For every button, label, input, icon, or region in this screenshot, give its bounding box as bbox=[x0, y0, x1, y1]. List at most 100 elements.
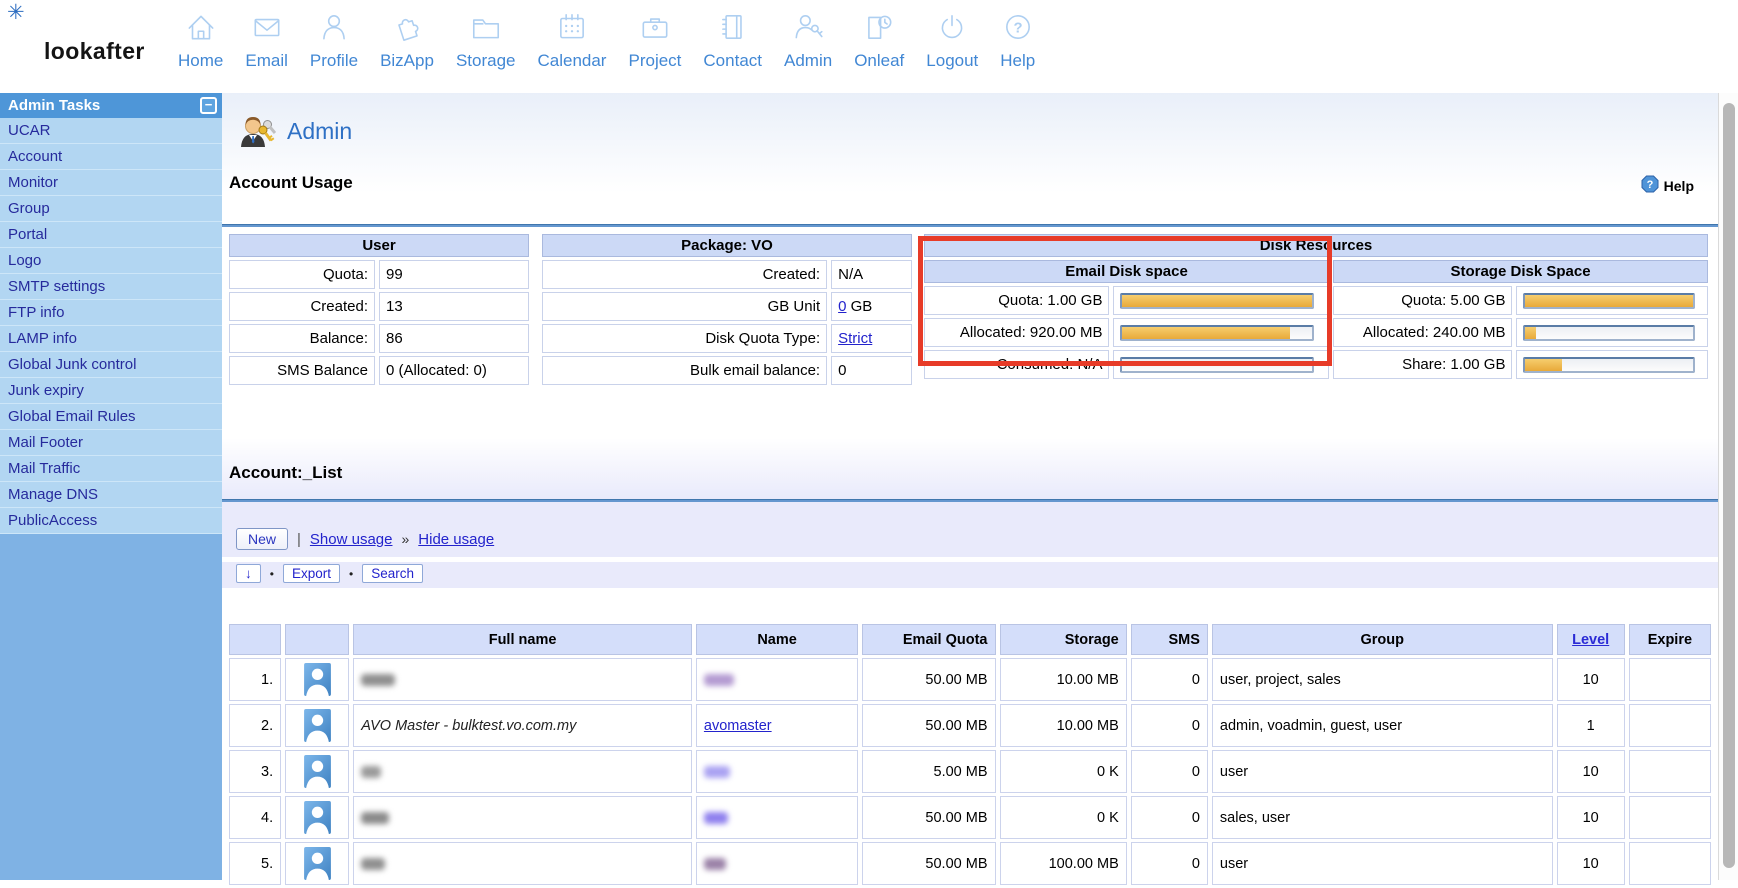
level-sort-link[interactable]: Level bbox=[1572, 632, 1609, 648]
nav-label: BizApp bbox=[380, 51, 434, 71]
disk-quota-type-link[interactable]: Strict bbox=[838, 330, 872, 347]
redacted-text bbox=[704, 674, 734, 686]
sidebar-title: Admin Tasks bbox=[8, 97, 100, 114]
usage-label: Created: bbox=[542, 260, 827, 289]
avatar bbox=[285, 658, 349, 701]
sidebar-item-ftp-info[interactable]: FTP info bbox=[0, 300, 222, 326]
table-row: Created:13 bbox=[229, 292, 529, 321]
account-list-gradient bbox=[222, 438, 1718, 499]
table-row: 3. 5.00 MB 0 K 0 user 10 bbox=[229, 750, 1711, 793]
sort-arrow-button[interactable]: ↓ bbox=[236, 564, 261, 583]
help-button[interactable]: ? Help bbox=[1641, 175, 1694, 196]
usage-label: Bulk email balance: bbox=[542, 356, 827, 385]
group-cell: user bbox=[1212, 842, 1553, 885]
nav-item-contact[interactable]: Contact bbox=[703, 10, 762, 71]
nav-item-storage[interactable]: Storage bbox=[456, 10, 516, 71]
account-list-actions-band: ↓ • Export • Search bbox=[222, 562, 1718, 588]
nav-item-project[interactable]: Project bbox=[628, 10, 681, 71]
new-button[interactable]: New bbox=[236, 528, 288, 550]
export-button[interactable]: Export bbox=[283, 564, 340, 583]
question-circle-icon: ? bbox=[1001, 10, 1035, 49]
show-usage-link[interactable]: Show usage bbox=[310, 531, 393, 548]
usage-label: Allocated: 240.00 MB bbox=[1333, 318, 1512, 347]
scrollbar-thumb[interactable] bbox=[1723, 103, 1735, 868]
name-cell[interactable] bbox=[696, 796, 858, 839]
home-icon bbox=[184, 10, 218, 49]
sidebar-item-manage-dns[interactable]: Manage DNS bbox=[0, 482, 222, 508]
nav-item-onleaf[interactable]: Onleaf bbox=[854, 10, 904, 71]
redacted-text bbox=[361, 674, 395, 686]
nav-label: Email bbox=[245, 51, 288, 71]
col-avatar bbox=[285, 624, 349, 655]
main-nav: Home Email Profile BizApp Storage Calend… bbox=[178, 10, 1035, 71]
full-name-cell: AVO Master - bulktest.vo.com.my bbox=[353, 704, 692, 747]
col-number bbox=[229, 624, 281, 655]
sidebar-item-portal[interactable]: Portal bbox=[0, 222, 222, 248]
account-name-link[interactable]: avomaster bbox=[704, 718, 772, 734]
chevron-separator: » bbox=[401, 531, 409, 547]
nav-label: Help bbox=[1000, 51, 1035, 71]
collapse-icon[interactable]: − bbox=[200, 97, 217, 114]
name-cell: avomaster bbox=[696, 704, 858, 747]
email-quota-bar bbox=[1120, 293, 1314, 309]
nav-item-calendar[interactable]: Calendar bbox=[537, 10, 606, 71]
storage-cell: 100.00 MB bbox=[1000, 842, 1127, 885]
sidebar-item-junk-expiry[interactable]: Junk expiry bbox=[0, 378, 222, 404]
folder-icon bbox=[469, 10, 503, 49]
name-cell[interactable] bbox=[696, 750, 858, 793]
power-icon bbox=[935, 10, 969, 49]
disk-resources-table: Disk Resources Email Disk space Storage … bbox=[920, 231, 1712, 382]
hide-usage-link[interactable]: Hide usage bbox=[418, 531, 494, 548]
storage-cell: 0 K bbox=[1000, 796, 1127, 839]
sidebar-item-mail-traffic[interactable]: Mail Traffic bbox=[0, 456, 222, 482]
package-header: Package: VO bbox=[542, 234, 912, 257]
sidebar-item-mail-footer[interactable]: Mail Footer bbox=[0, 430, 222, 456]
usage-value: 99 bbox=[379, 260, 529, 289]
sidebar-item-logo[interactable]: Logo bbox=[0, 248, 222, 274]
search-button[interactable]: Search bbox=[362, 564, 423, 583]
nav-item-admin[interactable]: Admin bbox=[784, 10, 832, 71]
sidebar-item-publicaccess[interactable]: PublicAccess bbox=[0, 508, 222, 534]
row-number: 5. bbox=[229, 842, 281, 885]
avatar bbox=[285, 796, 349, 839]
nav-item-home[interactable]: Home bbox=[178, 10, 223, 71]
sidebar-item-account[interactable]: Account bbox=[0, 144, 222, 170]
sidebar-item-ucar[interactable]: UCAR bbox=[0, 118, 222, 144]
usage-value: 13 bbox=[379, 292, 529, 321]
progress-cell bbox=[1516, 318, 1708, 347]
sidebar-item-global-junk-control[interactable]: Global Junk control bbox=[0, 352, 222, 378]
level-cell: 10 bbox=[1557, 750, 1625, 793]
sidebar-item-smtp-settings[interactable]: SMTP settings bbox=[0, 274, 222, 300]
help-label: Help bbox=[1664, 178, 1694, 194]
table-row: Quota: 1.00 GB Quota: 5.00 GB bbox=[924, 286, 1708, 315]
row-number: 2. bbox=[229, 704, 281, 747]
group-cell: user, project, sales bbox=[1212, 658, 1553, 701]
usage-label: Quota: 1.00 GB bbox=[924, 286, 1109, 315]
table-row: 5. 50.00 MB 100.00 MB 0 user 10 bbox=[229, 842, 1711, 885]
account-list-toolbar-band: New | Show usage » Hide usage bbox=[222, 502, 1718, 557]
usage-label: GB Unit bbox=[542, 292, 827, 321]
name-cell[interactable] bbox=[696, 842, 858, 885]
sidebar-item-group[interactable]: Group bbox=[0, 196, 222, 222]
nav-item-help[interactable]: ? Help bbox=[1000, 10, 1035, 71]
usage-label: Quota: bbox=[229, 260, 375, 289]
nav-item-email[interactable]: Email bbox=[245, 10, 288, 71]
nav-label: Contact bbox=[703, 51, 762, 71]
nav-label: Profile bbox=[310, 51, 358, 71]
account-list-table: Full name Name Email Quota Storage SMS G… bbox=[225, 621, 1715, 888]
sidebar-item-global-email-rules[interactable]: Global Email Rules bbox=[0, 404, 222, 430]
sidebar-item-monitor[interactable]: Monitor bbox=[0, 170, 222, 196]
nav-item-profile[interactable]: Profile bbox=[310, 10, 358, 71]
nav-item-logout[interactable]: Logout bbox=[926, 10, 978, 71]
gb-unit-suffix: GB bbox=[846, 298, 872, 315]
col-group: Group bbox=[1212, 624, 1553, 655]
nav-label: Project bbox=[628, 51, 681, 71]
sidebar-item-lamp-info[interactable]: LAMP info bbox=[0, 326, 222, 352]
envelope-icon bbox=[250, 10, 284, 49]
usage-value: 0 bbox=[831, 356, 912, 385]
row-number: 1. bbox=[229, 658, 281, 701]
redacted-text bbox=[704, 858, 726, 870]
name-cell[interactable] bbox=[696, 658, 858, 701]
nav-item-bizapp[interactable]: BizApp bbox=[380, 10, 434, 71]
group-cell: admin, voadmin, guest, user bbox=[1212, 704, 1553, 747]
